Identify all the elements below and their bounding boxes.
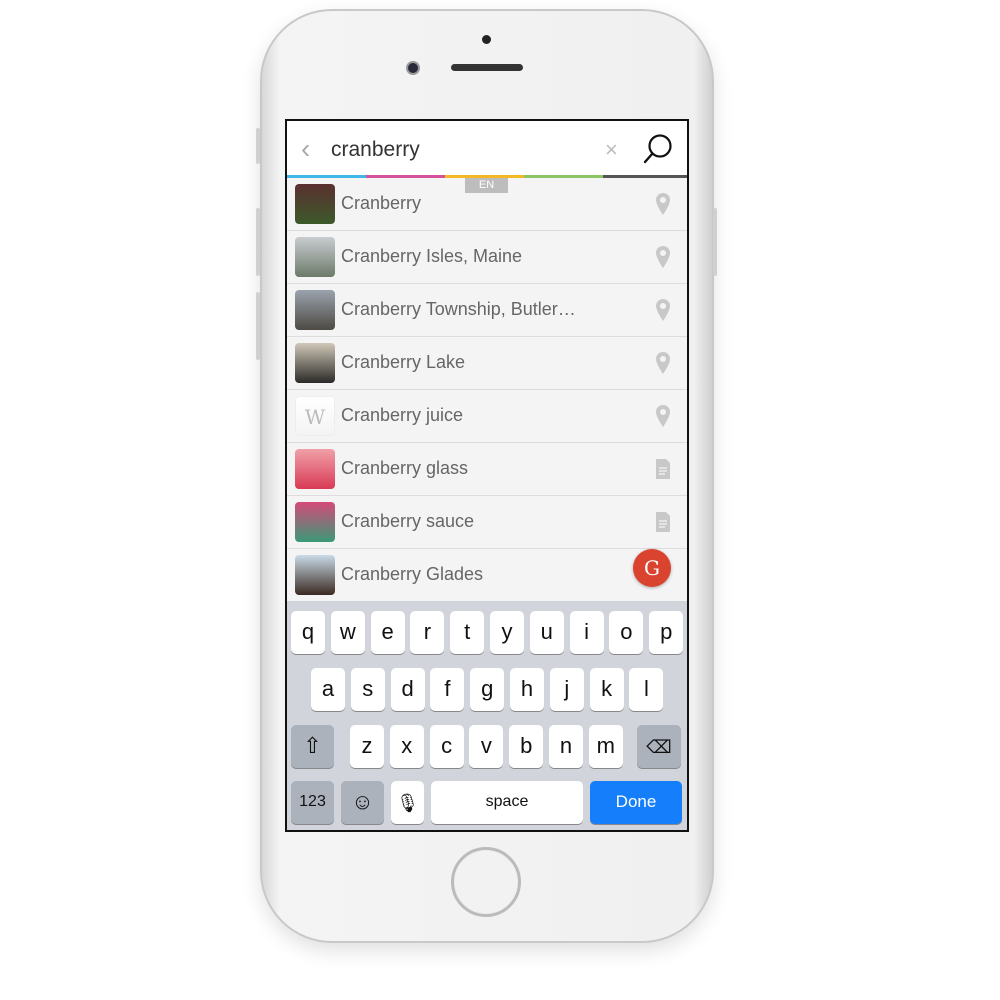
result-row[interactable]: Cranberry Lake [287,337,687,390]
result-label: Cranberry glass [341,458,469,478]
key-g[interactable]: g [470,668,505,711]
volume-up-button [256,208,260,276]
result-row[interactable]: Cranberry Isles, Maine [287,231,687,284]
key-z[interactable]: z [350,725,384,768]
result-label: Cranberry sauce [341,511,475,531]
key-o[interactable]: o [609,611,644,654]
result-row[interactable]: W Cranberry juice [287,390,687,443]
key-y[interactable]: y [490,611,524,654]
key-h[interactable]: h [510,668,544,711]
result-label: Cranberry juice [341,405,464,425]
earpiece-speaker [451,64,523,71]
clear-icon[interactable]: × [605,137,618,163]
key-x[interactable]: x [389,725,424,768]
result-row[interactable]: Cranberry glass [287,443,687,496]
result-thumbnail [295,184,335,224]
map-pin-icon [656,193,670,215]
document-icon [656,512,670,532]
screen: ‹ cranberry × Cranberry Cranberry Isles, … [285,119,689,832]
key-f[interactable]: f [430,668,465,711]
emoji-icon: ☺ [351,789,374,814]
result-thumbnail: W [295,396,335,436]
emoji-key[interactable]: ☺ [341,781,384,824]
dictation-key[interactable]: 🎙 [391,781,424,824]
map-pin-icon [656,299,670,321]
map-pin-icon [656,405,670,427]
power-button [713,208,717,276]
key-p[interactable]: p [649,611,684,654]
key-u[interactable]: u [529,611,564,654]
result-thumbnail [295,290,335,330]
key-c[interactable]: c [429,725,464,768]
result-row[interactable]: Cranberry Glades [287,549,687,602]
key-m[interactable]: m [588,725,623,768]
result-thumbnail [295,237,335,277]
done-key[interactable]: Done [590,781,682,824]
key-j[interactable]: j [549,668,584,711]
backspace-key[interactable]: ⌫ [637,725,681,768]
home-button[interactable] [451,847,521,917]
front-camera [406,61,420,75]
mute-switch [256,128,260,164]
microphone-icon: 🎙 [396,793,419,813]
back-chevron-icon[interactable]: ‹ [301,133,310,165]
search-icon[interactable] [643,133,673,167]
numbers-key[interactable]: 123 [291,781,334,824]
search-input[interactable]: cranberry [331,138,420,162]
volume-down-button [256,292,260,360]
map-pin-icon [656,352,670,374]
language-badge[interactable]: EN [465,178,508,193]
result-thumbnail [295,343,335,383]
keyboard: q w e r t y u i o p a s d f g h j k l z x c v b n m ⇧ ⌫ 123 ☺ 🎙 space Do… [287,601,687,830]
document-icon [656,459,670,479]
results-list: Cranberry Cranberry Isles, Maine Cranberry… [287,178,687,602]
key-l[interactable]: l [629,668,664,711]
result-row[interactable]: Cranberry sauce [287,496,687,549]
result-row[interactable]: Cranberry Township, Butler… [287,284,687,337]
key-w[interactable]: w [330,611,365,654]
result-label: Cranberry [341,193,422,213]
result-thumbnail [295,502,335,542]
key-r[interactable]: r [410,611,445,654]
result-thumbnail [295,449,335,489]
result-label: Cranberry Township, Butler… [341,299,576,319]
key-k[interactable]: k [589,668,624,711]
search-bar: ‹ cranberry × [287,121,687,177]
shift-key[interactable]: ⇧ [291,725,334,768]
key-v[interactable]: v [469,725,504,768]
key-i[interactable]: i [569,611,604,654]
key-q[interactable]: q [291,611,325,654]
key-a[interactable]: a [311,668,345,711]
result-label: Cranberry Glades [341,564,484,584]
key-e[interactable]: e [370,611,405,654]
backspace-icon: ⌫ [646,737,672,757]
shift-icon: ⇧ [303,733,322,758]
key-t[interactable]: t [450,611,485,654]
sensor [482,35,491,44]
key-n[interactable]: n [549,725,583,768]
result-label: Cranberry Lake [341,352,466,372]
key-b[interactable]: b [509,725,544,768]
google-search-button[interactable]: G [633,549,671,587]
result-thumbnail [295,555,335,595]
key-d[interactable]: d [390,668,425,711]
map-pin-icon [656,246,670,268]
space-key[interactable]: space [431,781,583,824]
key-s[interactable]: s [350,668,385,711]
result-label: Cranberry Isles, Maine [341,246,523,266]
